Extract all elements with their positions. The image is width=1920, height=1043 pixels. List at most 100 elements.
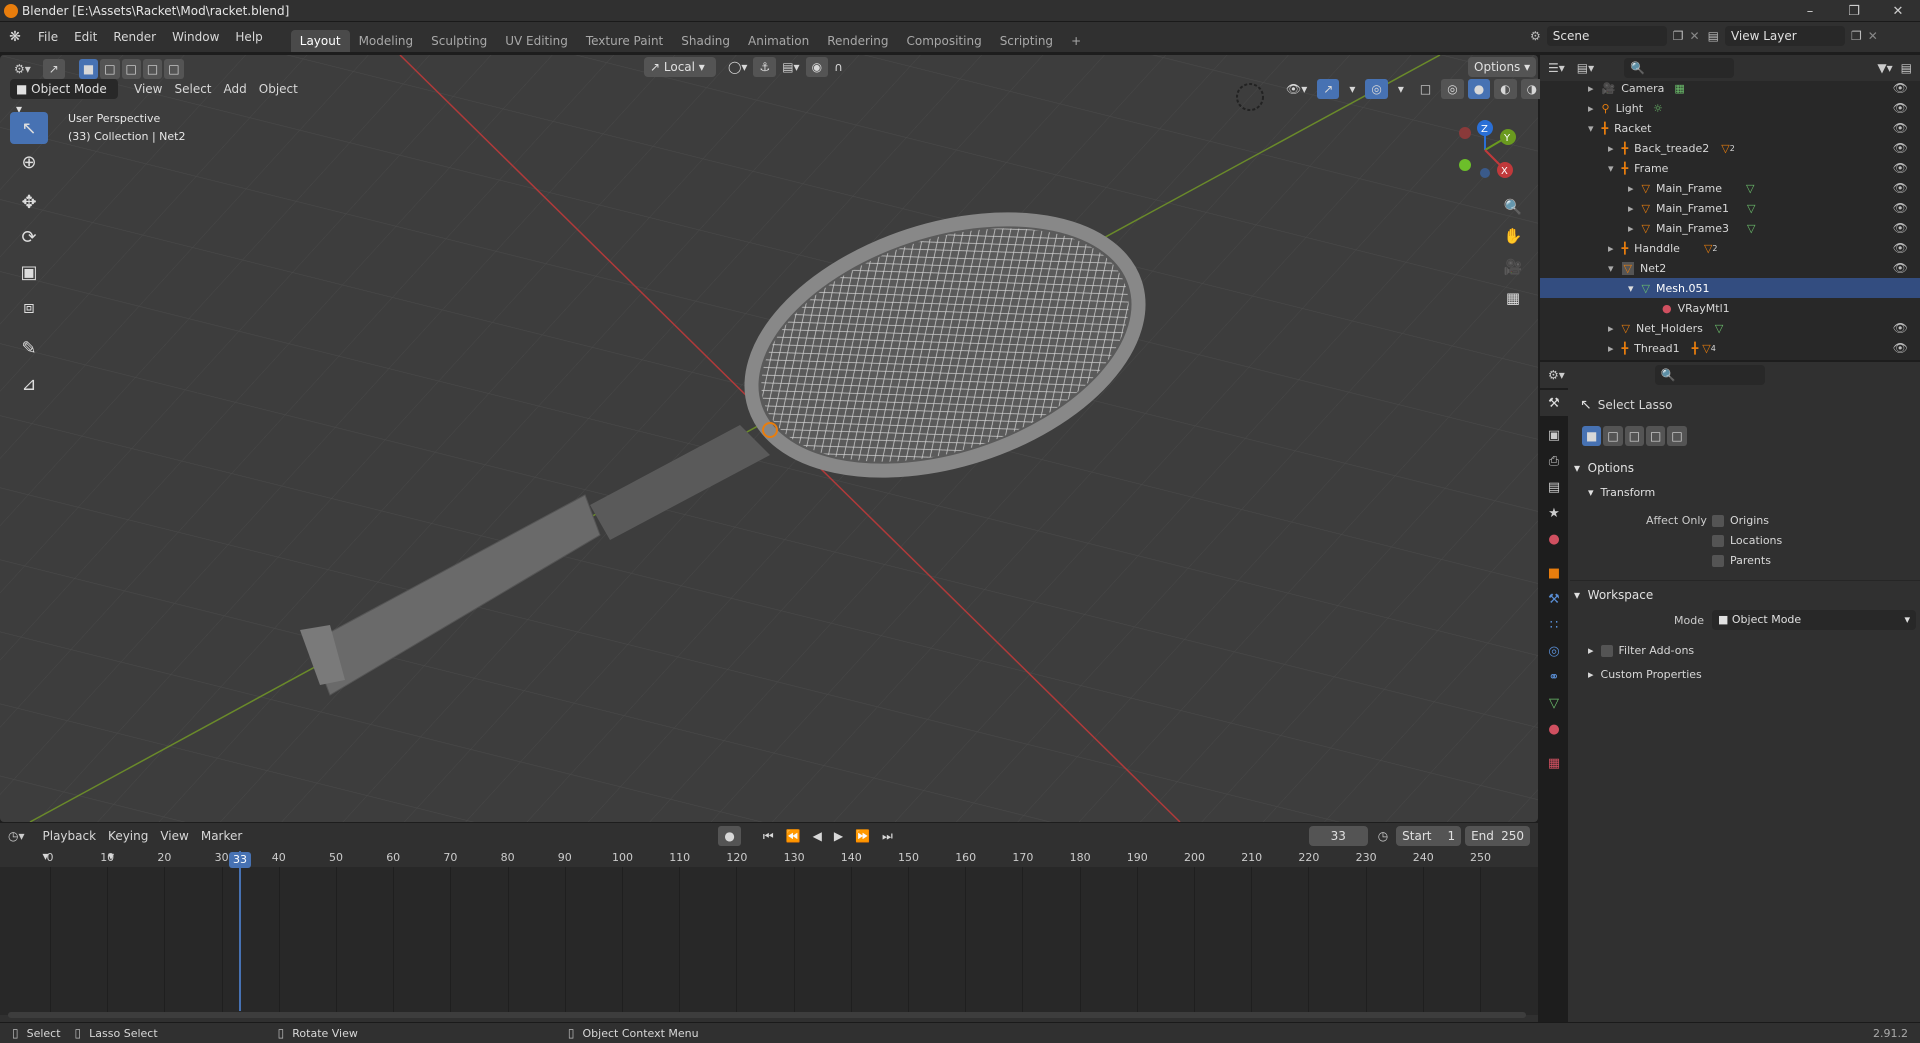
tab-data-icon[interactable]: ▽	[1540, 690, 1568, 716]
parents-checkbox[interactable]: Parents	[1712, 554, 1771, 567]
overlay-menu-icon[interactable]: ▾	[1392, 79, 1410, 99]
current-frame-field[interactable]: 33	[1308, 826, 1368, 846]
select-new-icon[interactable]: ■	[78, 59, 99, 79]
transform-tool-icon[interactable]: ⧈	[10, 291, 48, 323]
snap-target-icon[interactable]: ▤▾	[776, 57, 805, 77]
select-intersect-icon[interactable]: □	[164, 59, 184, 79]
tab-constraints-icon[interactable]: ⚭	[1540, 664, 1568, 690]
tab-output-icon[interactable]: ⎙	[1540, 448, 1568, 474]
falloff-icon[interactable]: ∩	[828, 57, 849, 77]
menu-help[interactable]: Help	[227, 26, 270, 48]
timeline-editor-icon[interactable]: ◷▾	[8, 829, 25, 843]
mode-difference-icon[interactable]: □	[1646, 426, 1666, 446]
jump-end-icon[interactable]: ⏭	[876, 826, 899, 846]
menu-file[interactable]: File	[30, 26, 66, 48]
view-layer-icon[interactable]: ▤	[1708, 29, 1719, 43]
tab-scripting[interactable]: Scripting	[991, 30, 1062, 52]
annotate-tool-icon[interactable]: ✎	[10, 332, 48, 364]
tab-texture-paint[interactable]: Texture Paint	[577, 30, 672, 52]
next-keyframe-icon[interactable]: ⏩	[849, 826, 876, 846]
locations-checkbox[interactable]: Locations	[1712, 534, 1782, 547]
tab-physics-icon[interactable]: ◎	[1540, 638, 1568, 664]
preview-range-icon[interactable]: ◷	[1378, 829, 1388, 843]
prev-keyframe-icon[interactable]: ⏪	[780, 826, 807, 846]
tab-texture-icon[interactable]: ▦	[1540, 750, 1568, 776]
3d-viewport[interactable]	[0, 55, 1538, 822]
jump-start-icon[interactable]: ⏮	[757, 826, 780, 846]
outliner-item-camera[interactable]: ▸ 🎥 Camera ▦ 👁	[1540, 78, 1920, 98]
view-layer-remove-icon[interactable]: ✕	[1868, 29, 1878, 43]
origins-checkbox[interactable]: Origins	[1712, 514, 1769, 527]
select-subtract-icon[interactable]: □	[121, 59, 141, 79]
end-frame-field[interactable]: End 250	[1465, 826, 1531, 846]
tab-scene-icon[interactable]: ★	[1540, 500, 1568, 526]
mode-intersect-icon[interactable]: □	[1667, 426, 1687, 446]
wireframe-shading-icon[interactable]: ◎	[1441, 79, 1464, 99]
overlay-toggle-icon[interactable]: ◎	[1365, 79, 1388, 99]
workspace-mode-dropdown[interactable]: ■ Object Mode ▾	[1712, 610, 1916, 630]
outliner-item-back-treade2[interactable]: ▸ ╋ Back_treade2 ▽ 2 👁	[1540, 138, 1920, 158]
tab-particles-icon[interactable]: ∷	[1540, 612, 1568, 638]
viewport-menu-add[interactable]: Add	[218, 79, 253, 99]
measure-tool-icon[interactable]: ⊿	[10, 368, 48, 400]
camera-view-icon[interactable]: 🎥	[1500, 254, 1526, 280]
visibility-eye-icon[interactable]: 👁	[1893, 221, 1908, 235]
move-tool-icon[interactable]: ✥	[10, 186, 48, 218]
options-section-header[interactable]: ▾ Options	[1574, 456, 1634, 480]
timeline-menu-view[interactable]: View	[154, 826, 194, 846]
viewport-menu-object[interactable]: Object	[253, 79, 304, 99]
viewport-menu-view[interactable]: View	[128, 79, 168, 99]
tab-shading[interactable]: Shading	[672, 30, 739, 52]
timeline-menu-playback[interactable]: Playback ▾	[37, 826, 103, 863]
visibility-eye-icon[interactable]: 👁	[1893, 121, 1908, 135]
blender-menu-icon[interactable]: ❋	[0, 29, 30, 45]
outliner-item-net-holders[interactable]: ▸ ▽ Net_Holders ▽ 👁	[1540, 318, 1920, 338]
visibility-eye-icon[interactable]: 👁	[1893, 201, 1908, 215]
outliner-item-net2[interactable]: ▾ ▽ Net2 👁	[1540, 258, 1920, 278]
tab-compositing[interactable]: Compositing	[897, 30, 990, 52]
properties-editor-icon[interactable]: ⚙▾	[1548, 368, 1565, 382]
viewport-menu-select[interactable]: Select	[168, 79, 217, 99]
options-dropdown[interactable]: Options ▾	[1468, 57, 1537, 77]
ortho-grid-icon[interactable]: ▦	[1500, 285, 1526, 311]
editor-type-icon[interactable]: ⚙▾	[8, 59, 37, 79]
visibility-eye-icon[interactable]: 👁	[1893, 181, 1908, 195]
restore-icon[interactable]: ❐	[1832, 0, 1876, 22]
tab-world-icon[interactable]: ●	[1540, 526, 1568, 552]
properties-search-input[interactable]: 🔍	[1654, 365, 1765, 385]
menu-window[interactable]: Window	[164, 26, 227, 48]
select-extend-icon[interactable]: □	[100, 59, 120, 79]
pivot-point-icon[interactable]: ◯▾	[722, 57, 753, 77]
outliner-item-light[interactable]: ▸ ⚲ Light ☼ 👁	[1540, 98, 1920, 118]
display-mode-icon[interactable]: ▤▾	[1577, 61, 1594, 75]
proportional-edit-icon[interactable]: ◉	[805, 57, 829, 77]
visibility-eye-icon[interactable]: 👁	[1893, 141, 1908, 155]
tab-view-layer-icon[interactable]: ▤	[1540, 474, 1568, 500]
timeline-menu-marker[interactable]: Marker	[195, 826, 248, 846]
gizmo-menu-icon[interactable]: ▾	[1343, 79, 1361, 99]
tab-rendering[interactable]: Rendering	[818, 30, 897, 52]
visibility-eye-icon[interactable]: 👁	[1893, 261, 1908, 275]
scene-icon[interactable]: ⚙	[1530, 29, 1541, 43]
menu-render[interactable]: Render	[105, 26, 164, 48]
tool-settings-icon[interactable]: ↗	[42, 59, 65, 79]
visibility-eye-icon[interactable]: 👁	[1893, 81, 1908, 95]
close-icon[interactable]: ✕	[1876, 0, 1920, 22]
rotate-tool-icon[interactable]: ⟳	[10, 221, 48, 253]
navigation-gizmo[interactable]: Z Y X	[1445, 115, 1525, 190]
outliner-item-handdle[interactable]: ▸ ╋ Handdle ▽ 2 👁	[1540, 238, 1920, 258]
tab-animation[interactable]: Animation	[739, 30, 818, 52]
material-shading-icon[interactable]: ◐	[1494, 79, 1517, 99]
view-layer-copy-icon[interactable]: ❐	[1851, 29, 1862, 43]
tab-render-icon[interactable]: ▣	[1540, 422, 1568, 448]
scene-selector[interactable]: Scene	[1546, 26, 1667, 46]
view-layer-selector[interactable]: View Layer	[1724, 26, 1845, 46]
pan-hand-icon[interactable]: ✋	[1500, 223, 1526, 249]
select-invert-icon[interactable]: □	[142, 59, 163, 79]
gizmo-toggle-icon[interactable]: ↗	[1317, 79, 1340, 99]
playhead-frame-badge[interactable]: 33	[229, 852, 251, 868]
menu-edit[interactable]: Edit	[66, 26, 105, 48]
tab-modifiers-icon[interactable]: ⚒	[1540, 586, 1568, 612]
outliner-item-main-frame3[interactable]: ▸ ▽ Main_Frame3 ▽ 👁	[1540, 218, 1920, 238]
tab-material-icon[interactable]: ●	[1540, 716, 1568, 742]
